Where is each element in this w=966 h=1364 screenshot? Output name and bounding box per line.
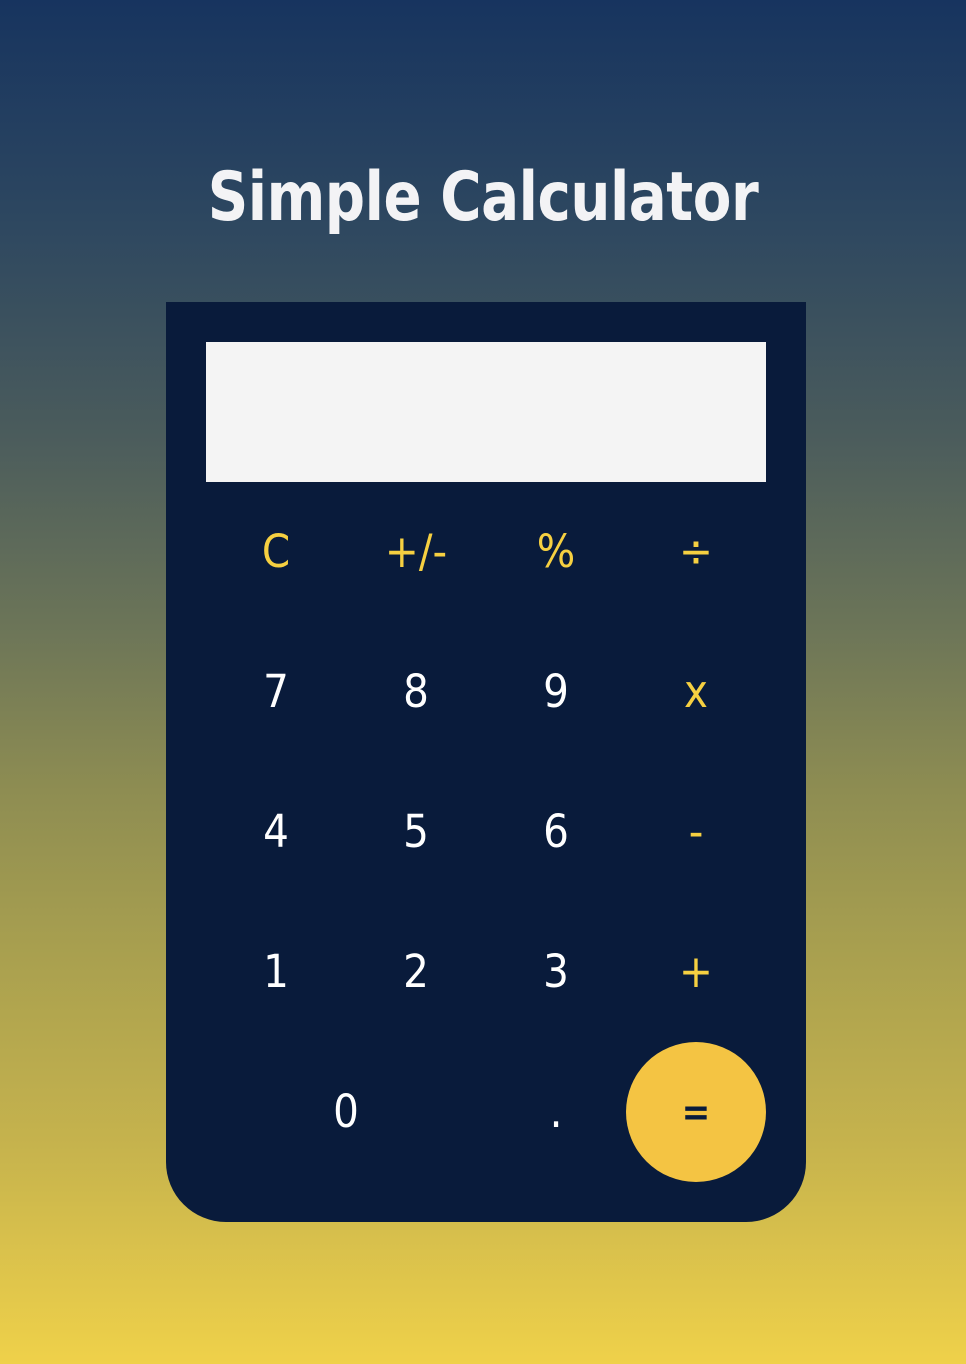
clear-button[interactable]: C <box>206 482 346 622</box>
divide-button[interactable]: ÷ <box>626 482 766 622</box>
digit-8-button[interactable]: 8 <box>346 622 486 762</box>
digit-7-button[interactable]: 7 <box>206 622 346 762</box>
digit-5-button[interactable]: 5 <box>346 762 486 902</box>
decimal-button[interactable]: . <box>486 1042 626 1182</box>
equals-button[interactable]: = <box>626 1042 766 1182</box>
digit-0-button[interactable]: 0 <box>206 1042 486 1182</box>
multiply-button[interactable]: x <box>626 622 766 762</box>
digit-3-button[interactable]: 3 <box>486 902 626 1042</box>
digit-1-button[interactable]: 1 <box>206 902 346 1042</box>
digit-6-button[interactable]: 6 <box>486 762 626 902</box>
digit-2-button[interactable]: 2 <box>346 902 486 1042</box>
digit-9-button[interactable]: 9 <box>486 622 626 762</box>
sign-toggle-button[interactable]: +/- <box>346 482 486 622</box>
display-screen <box>206 342 766 482</box>
add-button[interactable]: + <box>626 902 766 1042</box>
digit-4-button[interactable]: 4 <box>206 762 346 902</box>
percent-button[interactable]: % <box>486 482 626 622</box>
calculator: C +/- % ÷ 7 8 9 x 4 5 6 - 1 2 3 + 0 . = <box>166 302 806 1222</box>
subtract-button[interactable]: - <box>626 762 766 902</box>
page-title: Simple Calculator <box>207 158 759 237</box>
